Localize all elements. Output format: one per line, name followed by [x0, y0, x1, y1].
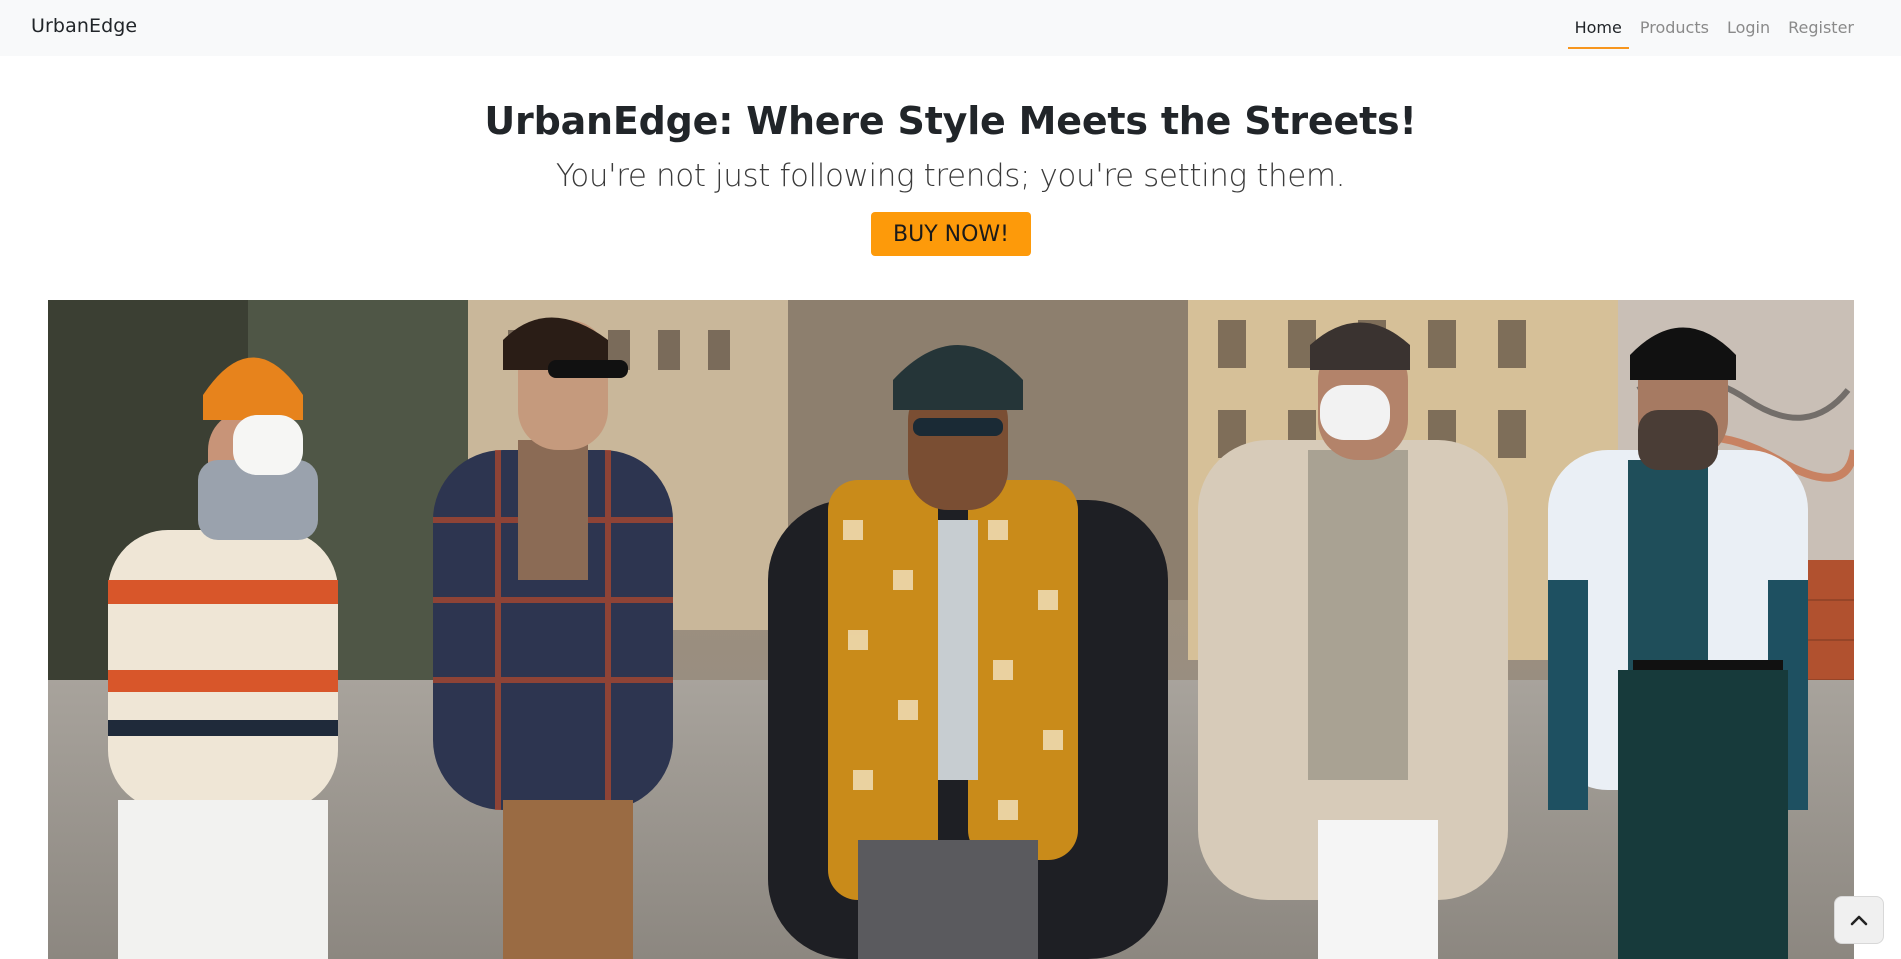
nav-link-login[interactable]: Login — [1718, 0, 1779, 56]
hero-image — [48, 300, 1854, 959]
hero-title: UrbanEdge: Where Style Meets the Streets… — [484, 99, 1417, 143]
nav-links: Home Products Login Register — [1566, 0, 1863, 56]
buy-now-button[interactable]: BUY NOW! — [871, 212, 1031, 256]
brand-logo[interactable]: UrbanEdge — [31, 15, 137, 37]
scroll-to-top-button[interactable] — [1834, 896, 1884, 944]
navbar: UrbanEdge Home Products Login Register — [0, 0, 1901, 56]
street-style-photo — [48, 300, 1854, 959]
nav-link-products[interactable]: Products — [1631, 0, 1718, 56]
nav-link-home[interactable]: Home — [1566, 0, 1631, 56]
hero-subtitle: You're not just following trends; you're… — [555, 158, 1346, 194]
chevron-up-icon — [1850, 915, 1868, 926]
nav-link-register[interactable]: Register — [1779, 0, 1863, 56]
